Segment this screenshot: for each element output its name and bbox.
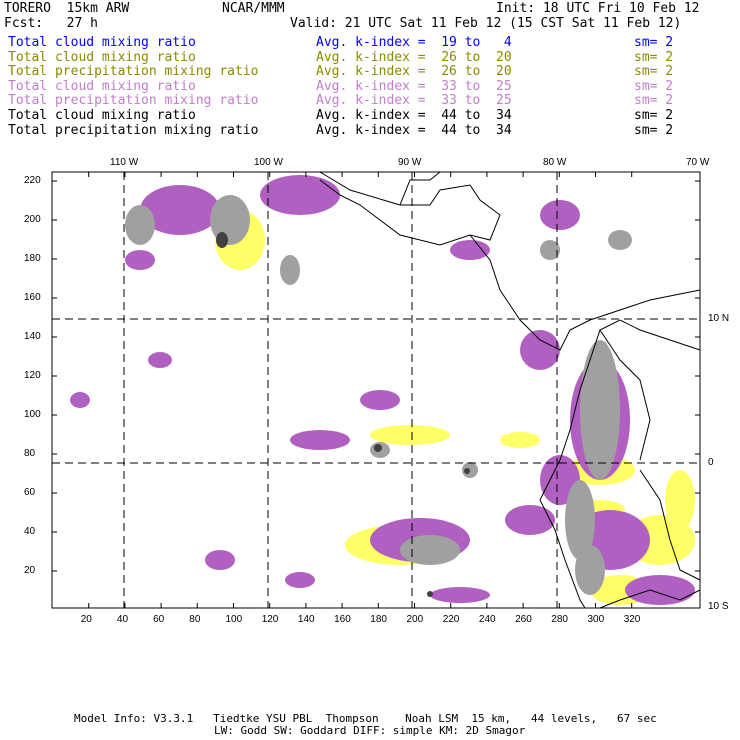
cloud-field-purple <box>290 430 350 450</box>
cloud-field-yellow <box>500 432 540 448</box>
x-tick-label: 140 <box>297 614 315 625</box>
cloud-field-gray <box>608 230 632 250</box>
cloud-field-dark <box>464 468 470 474</box>
cloud-field-dark <box>216 232 228 248</box>
longitude-label: 110 W <box>110 157 139 168</box>
x-tick-label: 320 <box>623 614 641 625</box>
cloud-field-purple <box>450 240 490 260</box>
cloud-field-gray <box>400 535 460 565</box>
longitude-label: 90 W <box>398 157 422 168</box>
y-tick-label: 200 <box>24 214 41 225</box>
cloud-field-purple <box>205 550 235 570</box>
cloud-field-gray <box>580 340 620 480</box>
cloud-field-purple <box>125 250 155 270</box>
x-tick-label: 260 <box>515 614 532 625</box>
cloud-field-gray <box>125 205 155 245</box>
x-tick-label: 80 <box>189 614 201 625</box>
cloud-field-gray <box>280 255 300 285</box>
x-tick-label: 60 <box>153 614 165 625</box>
y-tick-label: 100 <box>24 409 41 420</box>
y-tick-label: 80 <box>24 448 36 459</box>
cloud-field-purple <box>430 587 490 603</box>
latitude-label: 10 S <box>708 601 729 612</box>
cloud-field-gray <box>210 195 250 245</box>
x-tick-label: 200 <box>406 614 424 625</box>
cloud-field-gray <box>575 545 605 595</box>
longitude-label: 80 W <box>543 157 567 168</box>
x-tick-label: 40 <box>116 614 129 625</box>
cloud-field-purple <box>360 390 400 410</box>
y-tick-label: 160 <box>24 292 41 303</box>
cloud-field-dark <box>427 591 433 597</box>
x-tick-label: 160 <box>334 614 351 625</box>
longitude-label: 70 W <box>686 157 710 168</box>
y-tick-label: 20 <box>24 565 36 576</box>
cloud-field-purple <box>260 175 340 215</box>
cloud-field-purple <box>70 392 90 408</box>
cloud-field-purple <box>505 505 555 535</box>
y-tick-label: 140 <box>24 331 41 342</box>
y-tick-label: 220 <box>24 175 41 186</box>
longitude-label: 100 W <box>254 157 283 168</box>
cloud-field-purple <box>285 572 315 588</box>
cloud-field-purple <box>540 200 580 230</box>
cloud-field-yellow <box>665 470 695 530</box>
cloud-field-purple <box>520 330 560 370</box>
cloud-field-purple <box>625 575 695 605</box>
y-tick-label: 40 <box>24 526 36 537</box>
x-tick-label: 20 <box>80 614 92 625</box>
x-tick-label: 180 <box>370 614 387 625</box>
map-plot <box>51 171 701 609</box>
x-tick-label: 300 <box>587 614 605 625</box>
cloud-field-dark <box>374 444 382 452</box>
x-tick-label: 220 <box>442 614 460 625</box>
y-tick-label: 120 <box>24 370 41 381</box>
latitude-label: 10 N <box>708 313 730 324</box>
x-tick-label: 120 <box>261 614 279 625</box>
footer-line2: LW: Godd SW: Goddard DIFF: simple KM: 2D… <box>214 724 526 737</box>
y-tick-label: 60 <box>24 487 36 498</box>
latitude-label: 0 <box>708 457 714 468</box>
cloud-field-purple <box>148 352 172 368</box>
x-tick-label: 280 <box>551 614 568 625</box>
cloud-field-yellow <box>370 425 450 445</box>
x-tick-label: 240 <box>478 614 496 625</box>
x-tick-label: 100 <box>225 614 243 625</box>
y-tick-label: 180 <box>24 253 41 264</box>
